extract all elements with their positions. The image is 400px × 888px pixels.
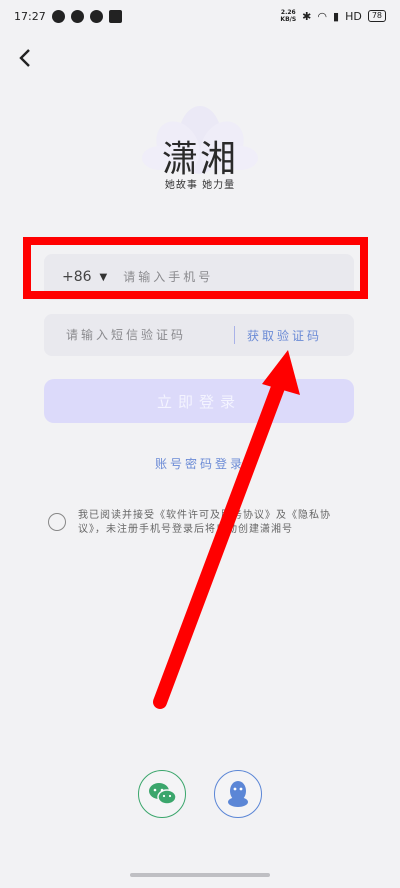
check-icon <box>70 9 84 23</box>
agreement-checkbox[interactable] <box>48 513 66 531</box>
app-logo: 潇湘 她故事 她力量 <box>120 100 280 195</box>
bluetooth-icon: ✱ <box>302 9 312 23</box>
sms-code-input[interactable] <box>64 327 228 343</box>
chevron-left-icon <box>19 49 30 67</box>
net-speed: 2.26 KB/S <box>280 9 296 23</box>
qq-login-button[interactable] <box>214 770 262 818</box>
net-speed-value: 2.26 <box>280 9 296 16</box>
wechat-login-button[interactable] <box>138 770 186 818</box>
network-type: HD <box>345 9 362 23</box>
wifi-icon: ◠ <box>317 9 327 23</box>
app-notification-icon <box>51 9 65 23</box>
back-button[interactable] <box>14 44 38 72</box>
login-button[interactable]: 立即登录 <box>44 379 354 423</box>
agreement-suffix: ，未注册手机号登录后将自动创建潇湘号 <box>95 524 293 535</box>
battery-icon: 78 <box>367 10 386 22</box>
logo-title: 潇湘 <box>161 139 238 180</box>
logo-slogan: 她故事 她力量 <box>164 180 236 191</box>
qq-icon <box>228 781 248 807</box>
home-indicator[interactable] <box>130 873 270 877</box>
signal-icon: ▮ <box>333 9 340 23</box>
wechat-icon <box>149 783 177 805</box>
status-bar: 17:27 2.26 KB/S ✱ ◠ ▮ HD 78 <box>0 0 400 32</box>
chat-icon <box>89 9 103 23</box>
net-speed-unit: KB/S <box>280 16 297 23</box>
agreement-text: 我已阅读并接受《软件许可及服务协议》及《隐私协议》，未注册手机号登录后将自动创建… <box>78 509 358 537</box>
highlight-box <box>23 237 368 299</box>
agreement-middle: 及 <box>276 510 287 521</box>
clock: 17:27 <box>14 9 46 23</box>
agreement-prefix: 我已阅读并接受 <box>78 510 155 521</box>
message-icon <box>108 9 122 23</box>
license-agreement-link[interactable]: 《软件许可及服务协议》 <box>155 510 276 521</box>
password-login-link[interactable]: 账号密码登录 <box>150 455 250 472</box>
status-right: 2.26 KB/S ✱ ◠ ▮ HD 78 <box>280 9 386 23</box>
sms-code-row: 获取验证码 <box>44 314 354 356</box>
status-left: 17:27 <box>14 9 122 23</box>
get-code-button[interactable]: 获取验证码 <box>247 327 322 344</box>
divider <box>234 326 235 344</box>
